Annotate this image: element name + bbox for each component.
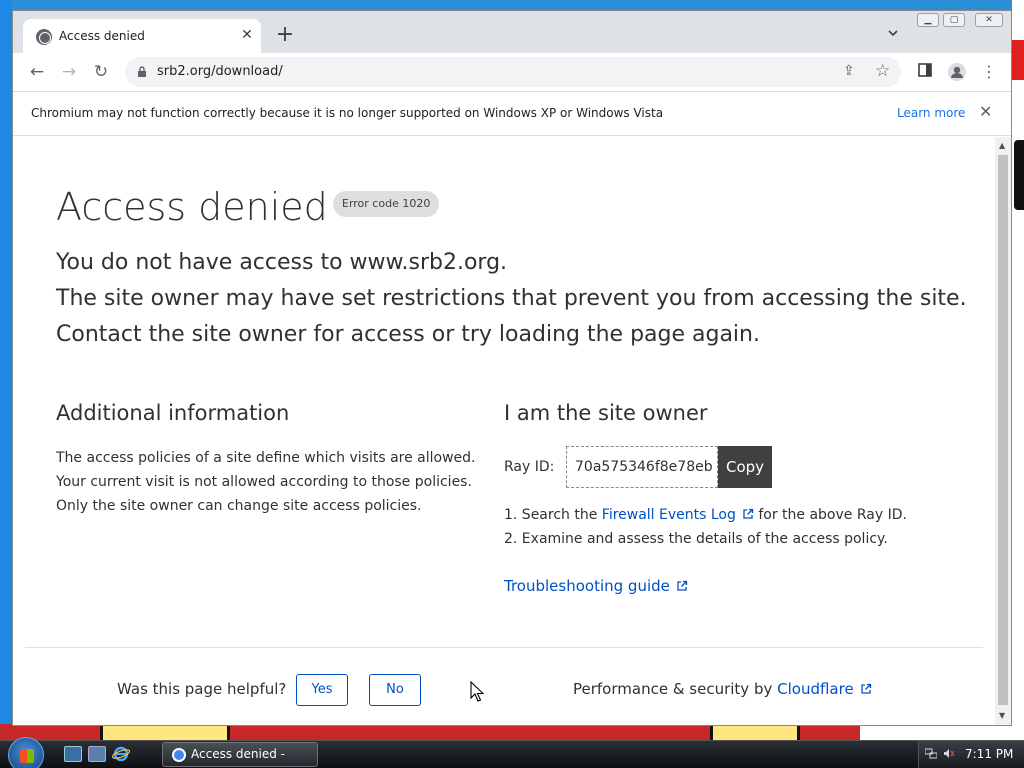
window-close-button[interactable]: ✕ bbox=[975, 13, 1003, 27]
feedback-no-button[interactable]: No bbox=[369, 674, 421, 706]
tab-close-icon[interactable]: ✕ bbox=[239, 27, 255, 43]
infobar-message: Chromium may not function correctly beca… bbox=[31, 106, 664, 120]
maximize-button[interactable]: ▢ bbox=[943, 13, 965, 27]
mouse-cursor-icon bbox=[470, 681, 484, 702]
desktop-background-right bbox=[1012, 0, 1024, 740]
menu-kebab-icon[interactable]: ⋮ bbox=[979, 62, 999, 82]
share-icon[interactable]: ⇪ bbox=[843, 63, 855, 79]
feedback-yes-button[interactable]: Yes bbox=[296, 674, 348, 706]
page-content: Access denied Error code 1020 You do not… bbox=[13, 137, 995, 725]
minimize-button[interactable]: ▁ bbox=[917, 13, 939, 27]
system-tray: 7:11 PM bbox=[918, 741, 1024, 768]
start-button[interactable] bbox=[8, 737, 44, 768]
scrollbar-thumb[interactable] bbox=[998, 155, 1008, 705]
external-link-icon bbox=[743, 508, 754, 519]
back-arrow-icon[interactable]: ← bbox=[27, 62, 47, 82]
tab-strip: Access denied ✕ + ▁ ▢ ✕ bbox=[13, 11, 1011, 53]
troubleshooting-guide-link[interactable]: Troubleshooting guide bbox=[504, 577, 688, 595]
globe-icon bbox=[36, 29, 52, 45]
forward-arrow-icon[interactable]: → bbox=[59, 62, 79, 82]
browser-window: Access denied ✕ + ▁ ▢ ✕ ← → ↻ srb2.org/d… bbox=[12, 10, 1012, 726]
firewall-events-log-link[interactable]: Firewall Events Log bbox=[602, 507, 736, 523]
desktop-background-bottom bbox=[0, 724, 1024, 740]
helpful-question: Was this page helpful? bbox=[117, 680, 287, 698]
clock[interactable]: 7:11 PM bbox=[965, 747, 1013, 761]
unsupported-os-infobar: Chromium may not function correctly beca… bbox=[13, 91, 1011, 136]
url-text: srb2.org/download/ bbox=[157, 64, 283, 79]
task-label: Access denied - Chr... bbox=[191, 747, 285, 761]
additional-info-heading: Additional information bbox=[56, 401, 290, 425]
access-message-line: The site owner may have set restrictions… bbox=[56, 286, 967, 311]
tab-title: Access denied bbox=[59, 29, 145, 43]
additional-info-line: Your current visit is not allowed accord… bbox=[56, 474, 472, 490]
page-scrollbar[interactable]: ▲ ▼ bbox=[995, 137, 1011, 725]
access-message: You do not have access to www.srb2.org. … bbox=[56, 245, 967, 353]
switch-windows-icon[interactable] bbox=[88, 746, 106, 762]
browser-toolbar: ← → ↻ srb2.org/download/ ⇪ ☆ ⋮ bbox=[13, 53, 1011, 91]
profile-avatar-icon[interactable] bbox=[947, 62, 967, 82]
access-message-line: You do not have access to www.srb2.org. bbox=[56, 250, 508, 275]
additional-info-line: The access policies of a site define whi… bbox=[56, 450, 476, 466]
infobar-close-icon[interactable]: ✕ bbox=[979, 102, 992, 121]
desktop-background-left bbox=[0, 0, 12, 740]
taskbar-chromium-task[interactable]: Access denied - Chr... bbox=[162, 742, 318, 767]
network-icon[interactable] bbox=[925, 748, 937, 759]
learn-more-link[interactable]: Learn more bbox=[897, 106, 965, 120]
side-panel-icon[interactable] bbox=[915, 62, 935, 82]
lock-icon bbox=[138, 66, 146, 77]
site-owner-heading: I am the site owner bbox=[504, 401, 708, 425]
step-2: 2. Examine and assess the details of the… bbox=[504, 531, 888, 547]
volume-muted-icon[interactable] bbox=[943, 748, 955, 759]
additional-info-text: The access policies of a site define whi… bbox=[56, 446, 476, 518]
reload-icon[interactable]: ↻ bbox=[91, 62, 111, 82]
ray-id-label: Ray ID: bbox=[504, 459, 555, 475]
owner-steps: 1. Search the Firewall Events Log for th… bbox=[504, 503, 907, 551]
external-link-icon bbox=[677, 580, 688, 591]
error-code-badge: Error code 1020 bbox=[333, 191, 440, 217]
additional-info-line: Only the site owner can change site acce… bbox=[56, 498, 422, 514]
cloudflare-link[interactable]: Cloudflare bbox=[777, 680, 854, 698]
new-tab-button[interactable]: + bbox=[275, 24, 295, 46]
chromium-icon bbox=[172, 748, 186, 762]
show-desktop-icon[interactable] bbox=[64, 746, 82, 762]
step-1: 1. Search the Firewall Events Log for th… bbox=[504, 507, 907, 523]
bookmark-star-icon[interactable]: ☆ bbox=[875, 61, 890, 81]
external-link-icon bbox=[861, 683, 871, 694]
scroll-up-icon[interactable]: ▲ bbox=[999, 141, 1005, 150]
page-title: Access denied bbox=[56, 185, 328, 229]
scroll-down-icon[interactable]: ▼ bbox=[999, 711, 1005, 720]
ray-id-value[interactable]: 70a575346f8e78eb bbox=[566, 446, 718, 488]
access-message-line: Contact the site owner for access or try… bbox=[56, 322, 760, 347]
internet-explorer-icon[interactable] bbox=[111, 746, 131, 762]
tab-access-denied[interactable]: Access denied ✕ bbox=[23, 19, 261, 53]
performance-security-credit: Performance & security by Cloudflare bbox=[573, 680, 872, 698]
tab-search-chevron-icon[interactable] bbox=[887, 27, 901, 41]
copy-ray-id-button[interactable]: Copy bbox=[718, 446, 772, 488]
footer-divider bbox=[25, 647, 983, 648]
address-bar[interactable]: srb2.org/download/ ⇪ ☆ bbox=[125, 57, 901, 87]
taskbar: Access denied - Chr... 7:11 PM bbox=[0, 737, 1024, 768]
